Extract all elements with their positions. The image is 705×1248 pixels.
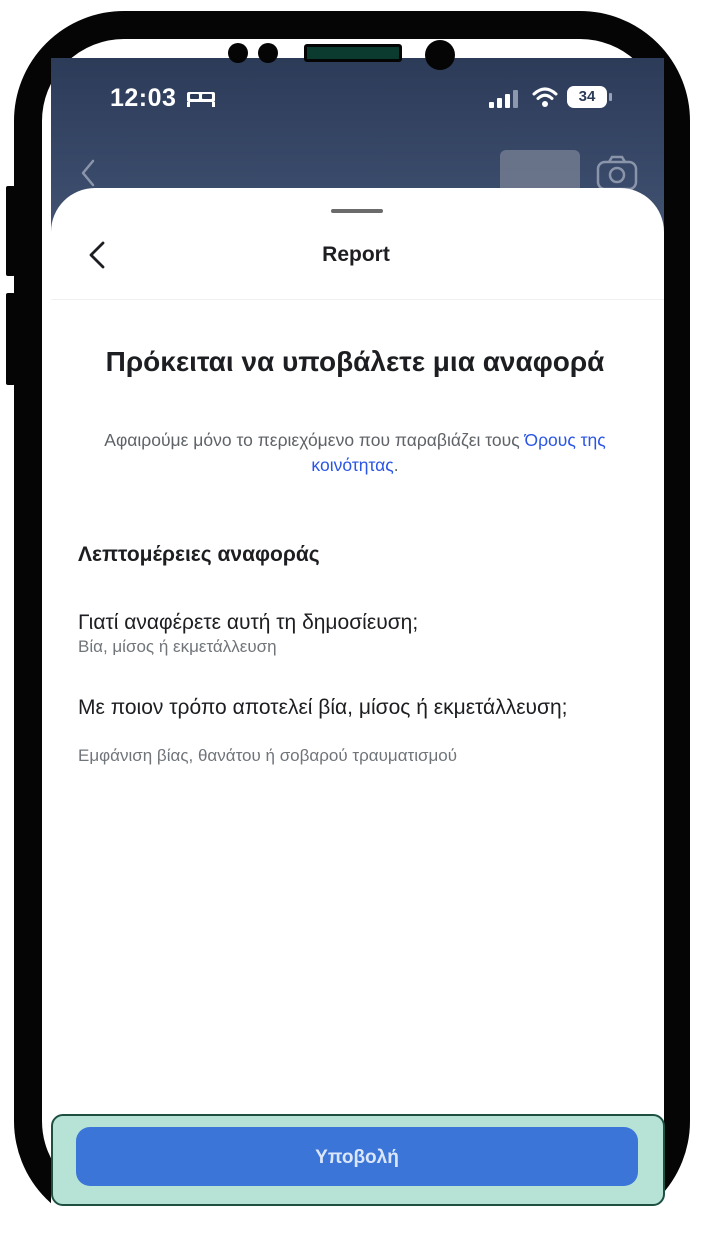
battery-tip: [609, 93, 612, 101]
sheet-grabber[interactable]: [331, 209, 383, 213]
subtext-prefix: Αφαιρούμε μόνο το περιεχόμενο που παραβι…: [104, 430, 525, 450]
subtext-suffix: .: [393, 455, 399, 475]
submit-button[interactable]: Υποβολή: [76, 1127, 638, 1186]
detail-question: Γιατί αναφέρετε αυτή τη δημοσίευση;: [78, 611, 419, 634]
detail-question: Με ποιον τρόπο αποτελεί βία, μίσος ή εκμ…: [78, 696, 568, 719]
page-title: Report: [322, 243, 390, 266]
report-details-title: Λεπτομέρειες αναφοράς: [78, 543, 320, 566]
chevron-left-icon[interactable]: [86, 240, 108, 270]
battery-icon: 34: [567, 86, 607, 108]
notch-speaker: [304, 44, 402, 62]
header-divider: [51, 299, 664, 300]
detail-answer: Εμφάνιση βίας, θανάτου ή σοβαρού τραυματ…: [78, 746, 458, 765]
detail-answer: Βία, μίσος ή εκμετάλλευση: [78, 637, 277, 656]
status-time: 12:03: [110, 84, 177, 112]
camera-notch-dot: [425, 40, 455, 70]
camera-notch-dot: [258, 43, 278, 63]
bed-icon: [187, 92, 215, 107]
wifi-icon: [532, 87, 558, 107]
signal-icon: [489, 90, 518, 108]
report-headline: Πρόκειται να υποβάλετε μια αναφορά: [105, 346, 605, 377]
background-back-icon: [81, 159, 95, 187]
report-subtext: Αφαιρούμε μόνο το περιεχόμενο που παραβι…: [90, 428, 620, 478]
camera-notch-dot: [228, 43, 248, 63]
camera-icon: [596, 155, 638, 191]
